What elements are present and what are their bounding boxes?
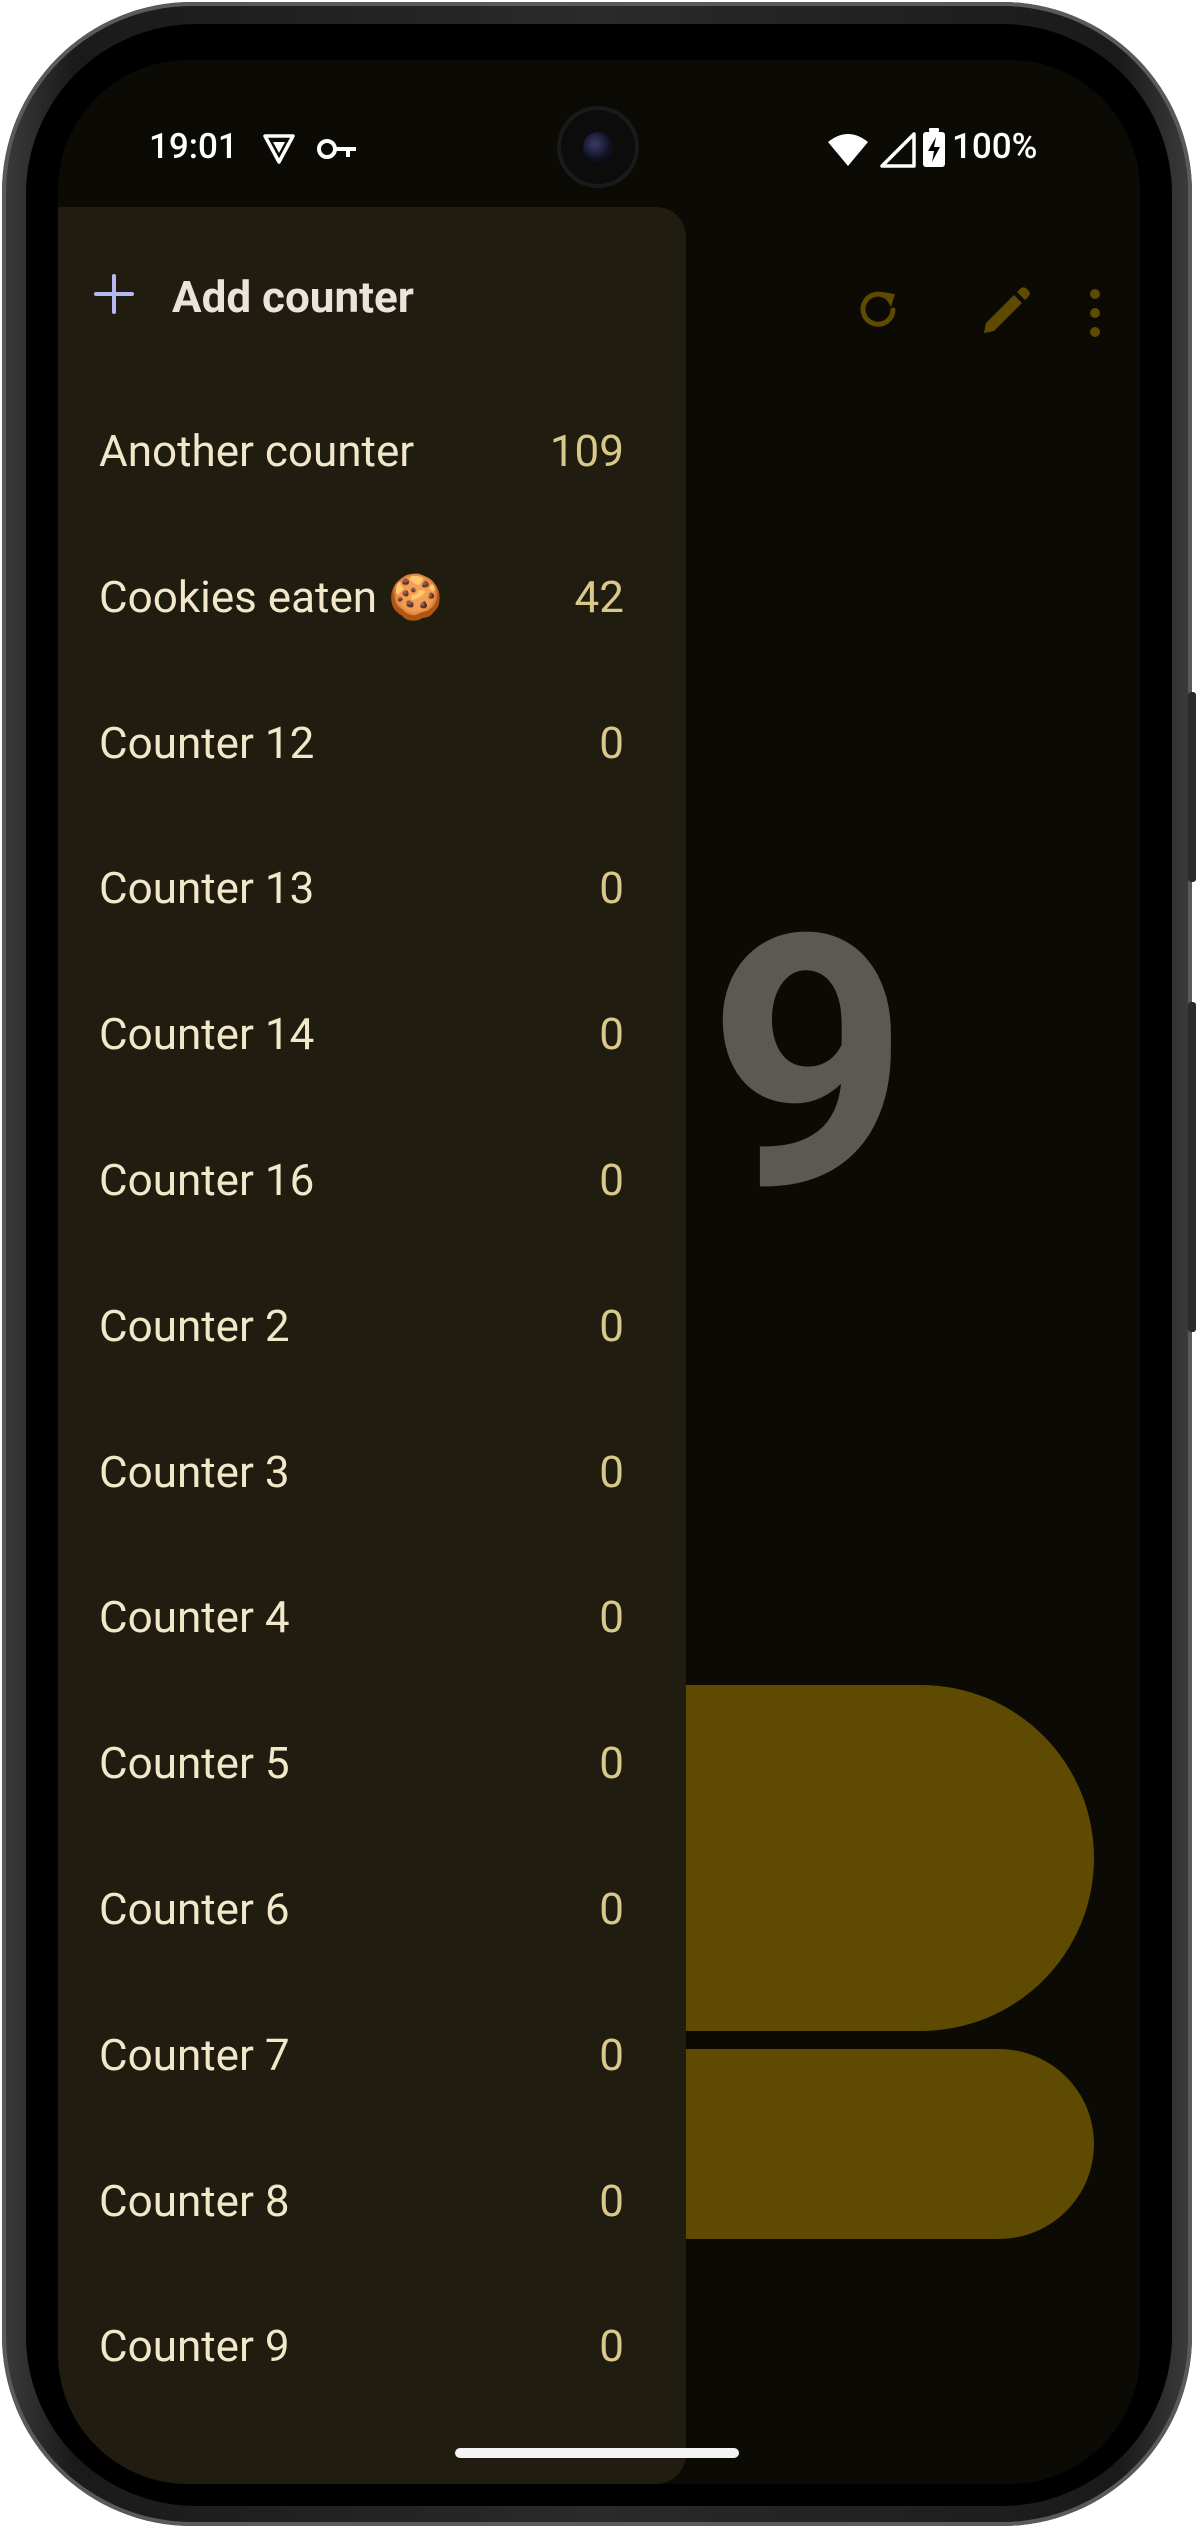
current-counter-value: 9 — [708, 860, 909, 1270]
front-camera — [561, 110, 635, 184]
power-button — [1188, 1002, 1196, 1332]
counter-list-item[interactable]: Counter 8 0 — [58, 2128, 686, 2274]
battery-percent: 100% — [952, 126, 1038, 167]
counter-count: 0 — [599, 1299, 624, 1352]
add-counter-button[interactable]: Add counter — [58, 207, 686, 337]
counter-count: 0 — [599, 1008, 624, 1061]
counter-list-item[interactable]: Counter 5 0 — [58, 1690, 686, 1836]
counter-list-item[interactable]: Counter 2 0 — [58, 1253, 686, 1399]
counter-list-item[interactable]: Counter 6 0 — [58, 1836, 686, 1982]
screen: 19:01 100% 9 Add counter Another counter… — [58, 60, 1140, 2484]
counter-name: Counter 14 — [99, 1008, 315, 1061]
counter-count: 109 — [549, 425, 624, 477]
counter-drawer: Add counter Another counter 109 Cookies ea… — [58, 207, 686, 2484]
key-icon — [317, 139, 356, 159]
counter-count: 0 — [599, 1154, 624, 1206]
counter-name: Counter 5 — [99, 1737, 290, 1790]
volume-button — [1188, 692, 1196, 882]
status-time: 19:01 — [149, 126, 238, 167]
reset-icon[interactable] — [853, 285, 903, 335]
counter-count: 0 — [599, 1737, 624, 1790]
counter-name: Counter 8 — [99, 2174, 290, 2227]
counter-name: Counter 2 — [99, 1299, 290, 1352]
counter-count: 0 — [599, 1591, 624, 1644]
counter-list-item[interactable]: Counter 7 0 — [58, 1982, 686, 2128]
phone-frame: 19:01 100% 9 Add counter Another counter… — [2, 2, 1196, 2526]
counter-count: 0 — [599, 716, 624, 769]
edit-icon[interactable] — [978, 285, 1032, 339]
vpn-shield-icon — [263, 134, 295, 164]
counter-list-item[interactable]: Counter 14 0 — [58, 961, 686, 1107]
counter-count: 0 — [599, 2320, 624, 2373]
counter-name: Counter 3 — [99, 1445, 290, 1498]
more-options-icon[interactable] — [1088, 288, 1102, 338]
counter-count: 0 — [599, 2174, 624, 2227]
counter-name: Counter 16 — [99, 1154, 315, 1206]
counter-name: Counter 6 — [99, 1883, 290, 1935]
counter-name: Counter 13 — [99, 862, 315, 915]
counter-list-item[interactable]: Cookies eaten 🍪 42 — [58, 524, 686, 670]
counter-count: 0 — [599, 1883, 624, 1935]
counter-list-item[interactable]: Counter 3 0 — [58, 1399, 686, 1545]
counter-name: Counter 12 — [99, 716, 315, 769]
home-indicator[interactable] — [455, 2448, 739, 2458]
counter-list-item[interactable]: Counter 16 0 — [58, 1107, 686, 1253]
counter-count: 42 — [574, 570, 624, 623]
plus-icon — [94, 274, 134, 314]
counter-list-item[interactable]: Another counter 109 — [58, 378, 686, 524]
wifi-icon — [828, 134, 868, 166]
battery-charging-icon — [923, 128, 945, 167]
add-counter-label: Add counter — [172, 271, 414, 323]
counter-count: 0 — [599, 2028, 624, 2081]
counter-count: 0 — [599, 1445, 624, 1498]
counter-list-item[interactable]: Counter 12 0 — [58, 670, 686, 816]
counter-name: Counter 9 — [99, 2320, 290, 2373]
counter-name: Counter 4 — [99, 1591, 290, 1644]
cellular-signal-icon — [880, 132, 916, 168]
counter-name: Cookies eaten 🍪 — [99, 570, 443, 623]
counter-name: Another counter — [99, 425, 415, 477]
counter-list-item[interactable]: Counter 13 0 — [58, 815, 686, 961]
counter-name: Counter 7 — [99, 2028, 290, 2081]
counter-list-item[interactable]: Counter 9 0 — [58, 2273, 686, 2419]
counter-count: 0 — [599, 862, 624, 915]
counter-list-item[interactable]: Counter 4 0 — [58, 1544, 686, 1690]
phone-bezel: 19:01 100% 9 Add counter Another counter… — [26, 24, 1172, 2506]
